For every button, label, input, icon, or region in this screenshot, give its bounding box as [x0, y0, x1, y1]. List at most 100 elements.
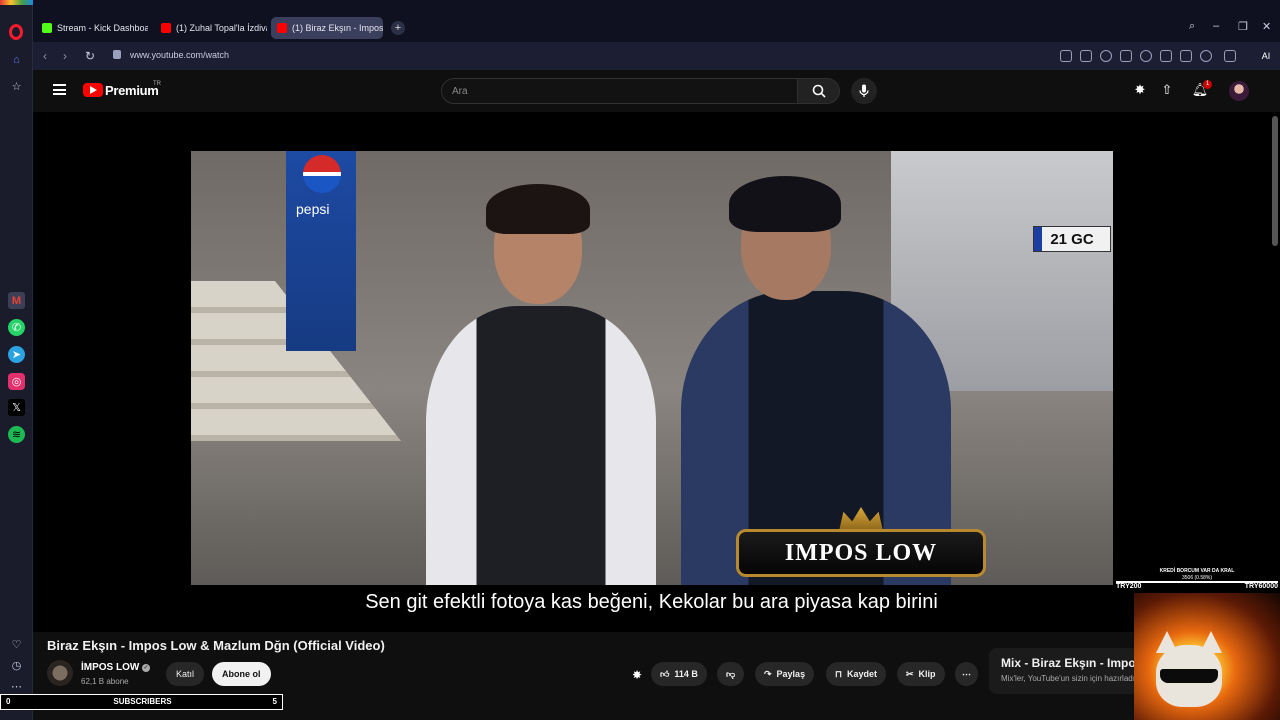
search-icon	[812, 84, 826, 98]
channel-avatar[interactable]	[47, 660, 73, 686]
subscribers-bar: SUBSCRIBERS 0 5	[0, 694, 283, 710]
sunglasses	[1160, 669, 1218, 683]
url-field[interactable]: www.youtube.com/watch	[130, 50, 229, 60]
ai-button[interactable]: AI	[1255, 46, 1277, 66]
tab-biraz-eksin[interactable]: (1) Biraz Ekşın - Impos	[271, 17, 383, 39]
search-box	[441, 78, 798, 104]
restore-button[interactable]: ❐	[1238, 20, 1248, 33]
save-button[interactable]: ⊓ Kaydet	[826, 662, 887, 686]
edit-icon[interactable]	[1060, 50, 1072, 62]
thumbs-up-icon: 👍︎	[660, 668, 670, 679]
pepsi-text: pepsi	[296, 201, 330, 217]
notification-badge: 1	[1203, 80, 1212, 89]
heart-icon[interactable]: ♡	[8, 636, 25, 653]
like-button[interactable]: 👍︎ 114 B	[651, 662, 707, 686]
download-icon[interactable]	[1160, 50, 1172, 62]
reload-icon[interactable]: ↻	[85, 49, 95, 63]
menu-icon[interactable]	[1180, 50, 1192, 62]
spotify-icon[interactable]: ≋	[8, 426, 25, 443]
mix-subtitle: Mix'ler, YouTube'un sizin için hazırladı…	[1001, 674, 1139, 683]
shield-icon[interactable]	[1100, 50, 1112, 62]
subscribers-min: 0	[6, 697, 11, 706]
video-title: Biraz Ekşın - Impos Low & Mazlum Dğn (Of…	[47, 638, 385, 653]
youtube-favicon-icon	[277, 23, 287, 33]
youtube-favicon-icon	[161, 23, 171, 33]
hamburger-menu-icon[interactable]	[53, 84, 66, 95]
subscribe-button[interactable]: Abone ol	[212, 662, 271, 686]
subscribers-max: 5	[272, 697, 277, 706]
tab-bar: Stream - Kick Dashboard (1) Zuhal Topal'…	[33, 0, 1280, 42]
profile-icon[interactable]	[1200, 50, 1212, 62]
channel-subscribers: 62,1 B abone	[81, 677, 129, 686]
opera-logo[interactable]	[9, 24, 23, 40]
tab-kick[interactable]: Stream - Kick Dashboard	[36, 17, 148, 39]
person-left	[416, 176, 666, 585]
forward-icon[interactable]: ›	[63, 49, 67, 63]
youtube-logo-icon[interactable]	[83, 83, 103, 97]
instagram-icon[interactable]: ◎	[8, 373, 25, 390]
video-player[interactable]: pepsi 21 GC IMPOS LOW Sen git efektli fo…	[33, 112, 1280, 632]
youtube-brand[interactable]: Premium	[105, 83, 159, 98]
youtube-header: Premium TR ✸ ⇧ 🔔︎ 1	[33, 70, 1280, 112]
search-tabs-icon[interactable]: ⌕	[1189, 20, 1195, 33]
bookmark-icon: ⊓	[835, 668, 843, 679]
star-icon[interactable]: ☆	[8, 78, 25, 95]
extensions-icon[interactable]	[1224, 50, 1236, 62]
like-count: 114 B	[674, 669, 698, 679]
voice-search-button[interactable]	[851, 78, 877, 104]
more-horizontal-icon: ⋯	[962, 668, 971, 679]
rainbow-strip	[0, 0, 33, 5]
opera-sidebar: ⌂ ☆ M ✆ ➤ ◎ 𝕏 ≋ ♡ ◷ ⋯	[0, 0, 33, 720]
home-icon[interactable]: ⌂	[8, 51, 25, 68]
tab-label: (1) Biraz Ekşın - Impos	[292, 23, 383, 33]
donation-goal: KREDİ BORCUM VAR DA KRAL 3506 (0.58%) TR…	[1114, 568, 1280, 590]
region-code: TR	[153, 81, 161, 87]
page-scrollbar[interactable]	[1272, 116, 1278, 246]
save-label: Kaydet	[847, 669, 878, 679]
x-icon[interactable]: 𝕏	[8, 399, 25, 416]
more-actions-button[interactable]: ⋯	[955, 662, 978, 686]
tab-zuhal[interactable]: (1) Zuhal Topal'la İzdivaç	[155, 17, 267, 39]
share-button[interactable]: ↷ Paylaş	[755, 662, 815, 686]
gem-icon[interactable]: ✸	[632, 668, 642, 682]
minimize-button[interactable]: –	[1213, 20, 1219, 32]
upload-icon[interactable]: ⇧	[1159, 82, 1175, 98]
video-frame[interactable]: pepsi 21 GC IMPOS LOW	[191, 151, 1113, 585]
join-button[interactable]: Katıl	[166, 662, 205, 686]
user-avatar[interactable]	[1229, 81, 1249, 101]
lock-icon	[113, 50, 121, 59]
whatsapp-icon[interactable]: ✆	[8, 319, 25, 336]
more-icon[interactable]: ⋯	[8, 678, 25, 695]
play-icon[interactable]	[1120, 50, 1132, 62]
search-input[interactable]	[452, 86, 752, 97]
heart-outline-icon[interactable]	[1140, 50, 1152, 62]
scissors-icon: ✂	[906, 668, 914, 679]
history-icon[interactable]: ◷	[8, 657, 25, 674]
goal-min: TRY200	[1116, 583, 1142, 590]
thumbs-down-icon: 👎︎	[726, 668, 736, 679]
impos-low-banner: IMPOS LOW	[736, 529, 986, 577]
dislike-button[interactable]: 👎︎	[717, 662, 745, 686]
close-window-button[interactable]: ✕	[1262, 20, 1271, 33]
microphone-icon	[859, 84, 869, 97]
address-bar: ‹ › ↻ www.youtube.com/watch AI	[33, 42, 1280, 70]
gem-icon[interactable]: ✸	[1132, 82, 1148, 98]
back-icon[interactable]: ‹	[43, 49, 47, 63]
gmail-icon[interactable]: M	[8, 292, 25, 309]
search-button[interactable]	[798, 78, 840, 104]
new-tab-button[interactable]: +	[391, 21, 405, 35]
clip-button[interactable]: ✂ Klip	[897, 662, 945, 686]
mix-title: Mix - Biraz Ekşın - Impos	[1001, 656, 1139, 670]
channel-name[interactable]: İMPOS LOW	[81, 662, 139, 673]
goal-max: TRY60000	[1244, 583, 1278, 590]
video-subtitle: Sen git efektli fotoya kas beğeni, Kekol…	[365, 591, 938, 613]
license-plate: 21 GC	[1033, 226, 1111, 252]
clip-label: Klip	[918, 669, 936, 679]
telegram-icon[interactable]: ➤	[8, 346, 25, 363]
verified-check-icon: ✓	[142, 664, 150, 672]
tab-label: (1) Zuhal Topal'la İzdivaç	[176, 23, 267, 33]
camera-icon[interactable]	[1080, 50, 1092, 62]
mix-playlist-card[interactable]: Mix - Biraz Ekşın - Impos Mix'ler, YouTu…	[989, 648, 1139, 694]
goal-title: KREDİ BORCUM VAR DA KRAL	[1159, 568, 1235, 574]
subscribers-label: SUBSCRIBERS	[113, 697, 172, 706]
